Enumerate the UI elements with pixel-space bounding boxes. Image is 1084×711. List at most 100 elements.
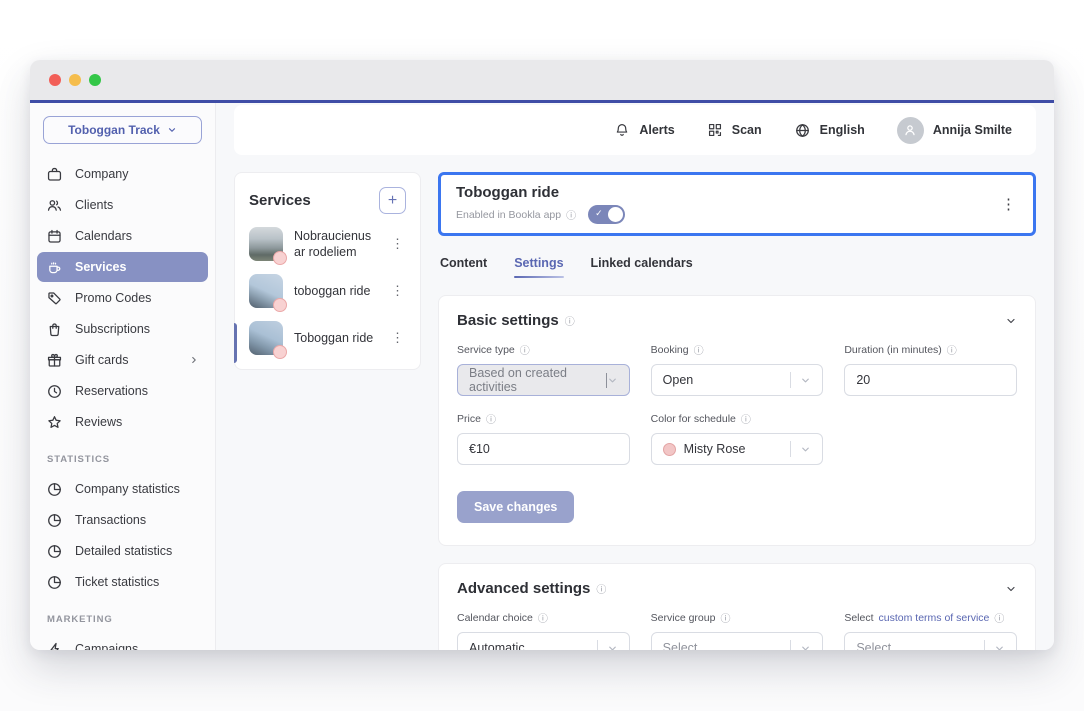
info-icon — [520, 342, 530, 357]
color-swatch — [663, 443, 676, 456]
maximize-window-button[interactable] — [89, 74, 101, 86]
service-type-select[interactable]: Based on created activities — [457, 364, 630, 396]
color-field: Color for schedule Misty Rose — [651, 411, 824, 465]
pie-chart-icon — [46, 574, 63, 591]
service-list-item[interactable]: toboggan ride — [249, 274, 406, 308]
advanced-settings-card: Advanced settings Calendar choice Automa… — [438, 563, 1036, 650]
field-label-text: Color for schedule — [651, 413, 736, 425]
briefcase-icon — [46, 166, 63, 183]
sidebar-item-reservations[interactable]: Reservations — [37, 376, 208, 406]
chevron-down-icon — [607, 375, 618, 386]
field-label-text: Service group — [651, 612, 716, 624]
basic-settings-title: Basic settings — [457, 312, 559, 329]
pie-chart-icon — [46, 512, 63, 529]
kebab-menu-icon[interactable] — [389, 330, 406, 346]
info-icon — [741, 411, 751, 426]
terms-of-service-field: Select custom terms of service Select... — [844, 610, 1017, 650]
kebab-menu-icon[interactable] — [389, 283, 406, 299]
avatar — [897, 117, 924, 144]
tag-icon — [46, 290, 63, 307]
service-thumbnail — [249, 321, 283, 355]
calendar-choice-select[interactable]: Automatic — [457, 632, 630, 650]
price-input[interactable]: €10 — [457, 433, 630, 465]
sidebar-item-detailed-statistics[interactable]: Detailed statistics — [37, 536, 208, 566]
sidebar-item-services[interactable]: Services — [37, 252, 208, 282]
input-value: €10 — [469, 442, 490, 456]
sidebar-item-calendars[interactable]: Calendars — [37, 221, 208, 251]
close-window-button[interactable] — [49, 74, 61, 86]
chevron-right-icon — [189, 355, 199, 365]
service-group-field: Service group Select... — [651, 610, 824, 650]
sidebar-item-transactions[interactable]: Transactions — [37, 505, 208, 535]
scan-button[interactable]: Scan — [707, 122, 762, 138]
tab-linked-calendars[interactable]: Linked calendars — [591, 256, 693, 278]
service-kebab-menu[interactable] — [999, 195, 1018, 213]
duration-input[interactable]: 20 — [844, 364, 1017, 396]
service-name: Nobraucienus ar rodeliem — [294, 228, 378, 261]
sidebar-item-promo-codes[interactable]: Promo Codes — [37, 283, 208, 313]
chevron-down-icon — [994, 643, 1005, 651]
field-label-text: Duration (in minutes) — [844, 344, 941, 356]
minimize-window-button[interactable] — [69, 74, 81, 86]
workspace-switcher[interactable]: Toboggan Track — [43, 116, 202, 144]
alerts-label: Alerts — [639, 123, 674, 137]
kebab-menu-icon[interactable] — [389, 236, 406, 252]
info-icon — [994, 610, 1004, 625]
select-value: Based on created activities — [469, 366, 603, 394]
sidebar-item-label: Transactions — [75, 513, 146, 527]
sidebar-item-company-statistics[interactable]: Company statistics — [37, 474, 208, 504]
collapse-chevron-icon[interactable] — [1005, 315, 1017, 327]
custom-terms-link[interactable]: custom terms of service — [879, 612, 990, 624]
basic-settings-card: Basic settings Service type Based on cre… — [438, 295, 1036, 546]
service-header-card: Toboggan ride Enabled in Bookla app — [438, 172, 1036, 236]
advanced-settings-title: Advanced settings — [457, 580, 590, 597]
sidebar-item-label: Clients — [75, 198, 113, 212]
sidebar-item-clients[interactable]: Clients — [37, 190, 208, 220]
select-divider — [790, 640, 791, 650]
bell-icon — [614, 122, 630, 138]
chevron-down-icon — [167, 125, 177, 135]
save-changes-button[interactable]: Save changes — [457, 491, 574, 523]
select-divider — [984, 640, 985, 650]
pie-chart-icon — [46, 543, 63, 560]
lightning-icon — [46, 641, 63, 651]
calendar-choice-field: Calendar choice Automatic — [457, 610, 630, 650]
select-placeholder: Select... — [856, 641, 901, 650]
info-icon — [694, 342, 704, 357]
tab-content[interactable]: Content — [440, 256, 487, 278]
sidebar-item-company[interactable]: Company — [37, 159, 208, 189]
enabled-toggle[interactable] — [588, 205, 625, 224]
sidebar-item-subscriptions[interactable]: Subscriptions — [37, 314, 208, 344]
service-status-badge — [273, 251, 287, 265]
user-name: Annija Smilte — [933, 123, 1012, 137]
chevron-down-icon — [607, 643, 618, 651]
field-label-text: Select — [844, 612, 873, 624]
service-list-item-selected[interactable]: Toboggan ride — [249, 321, 406, 355]
terms-of-service-select[interactable]: Select... — [844, 632, 1017, 650]
sidebar-item-label: Company — [75, 167, 129, 181]
sidebar-item-gift-cards[interactable]: Gift cards — [37, 345, 208, 375]
service-group-select[interactable]: Select... — [651, 632, 824, 650]
sidebar-item-campaigns[interactable]: Campaigns — [37, 634, 208, 650]
service-name: Toboggan ride — [294, 330, 378, 346]
sidebar-item-label: Company statistics — [75, 482, 180, 496]
booking-select[interactable]: Open — [651, 364, 824, 396]
input-value: 20 — [856, 373, 870, 387]
qr-code-icon — [707, 122, 723, 138]
sidebar-item-reviews[interactable]: Reviews — [37, 407, 208, 437]
sidebar-item-ticket-statistics[interactable]: Ticket statistics — [37, 567, 208, 597]
service-list-item[interactable]: Nobraucienus ar rodeliem — [249, 227, 406, 261]
user-menu[interactable]: Annija Smilte — [897, 117, 1012, 144]
collapse-chevron-icon[interactable] — [1005, 583, 1017, 595]
field-label-text: Calendar choice — [457, 612, 533, 624]
language-selector[interactable]: English — [794, 122, 865, 139]
color-select[interactable]: Misty Rose — [651, 433, 824, 465]
tab-settings[interactable]: Settings — [514, 256, 563, 278]
booking-field: Booking Open — [651, 342, 824, 396]
add-service-button[interactable]: + — [379, 187, 406, 214]
sidebar-item-label: Campaigns — [75, 642, 138, 650]
service-status-badge — [273, 345, 287, 359]
chevron-down-icon — [800, 375, 811, 386]
alerts-button[interactable]: Alerts — [614, 122, 674, 138]
info-icon — [565, 313, 575, 328]
